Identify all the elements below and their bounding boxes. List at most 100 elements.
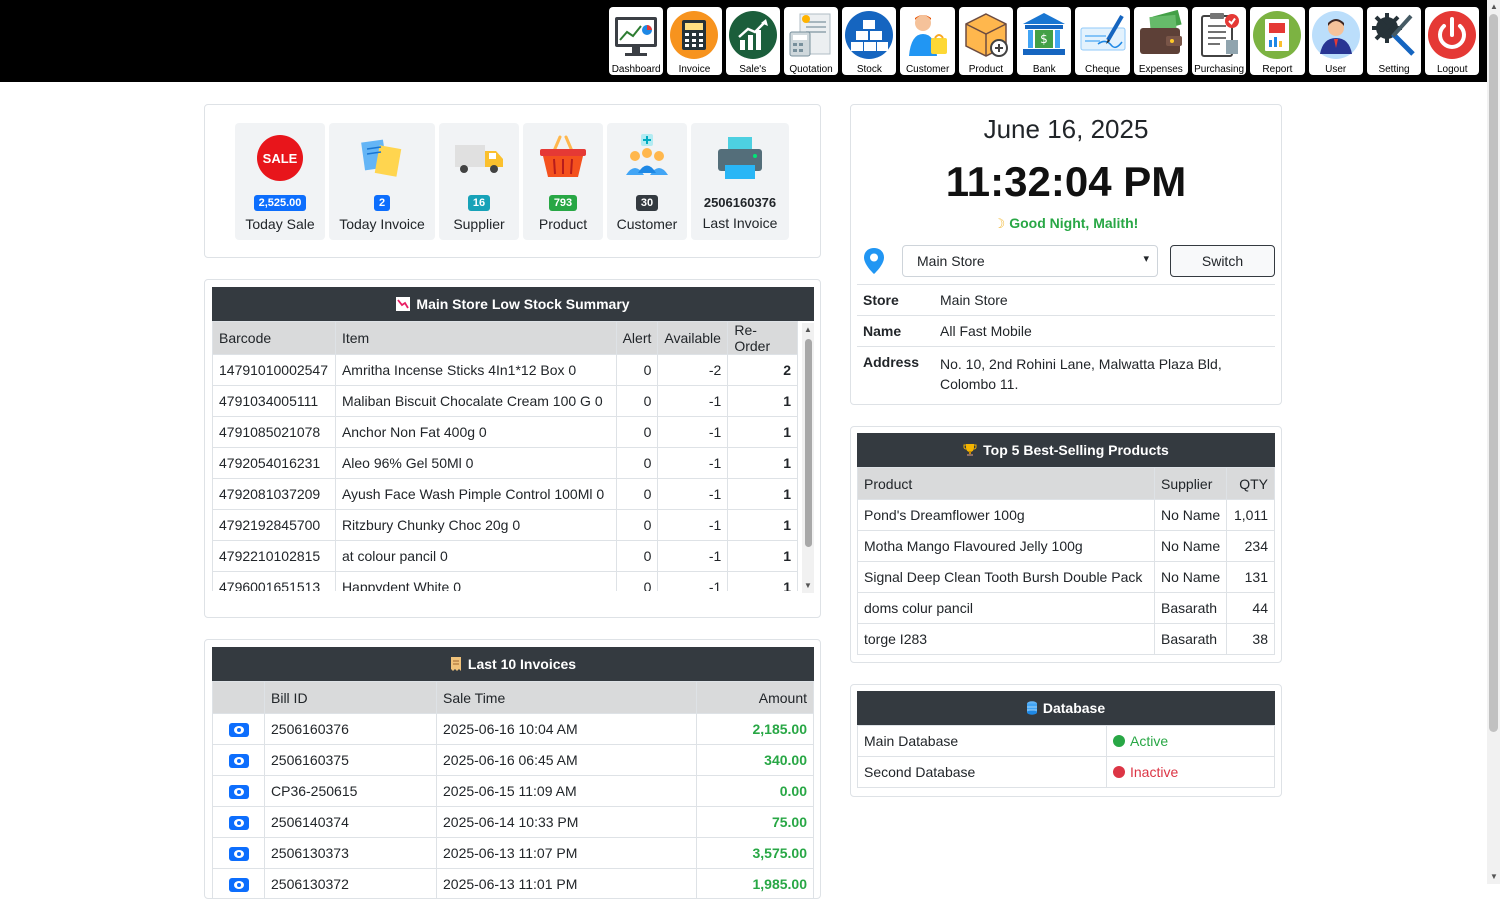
power-icon bbox=[1427, 10, 1477, 60]
table-row[interactable]: 4792192845700Ritzbury Chunky Choc 20g 00… bbox=[213, 510, 798, 541]
top-products-title: Top 5 Best-Selling Products bbox=[983, 442, 1169, 458]
nav-label: Report bbox=[1262, 64, 1292, 75]
low-stock-scrollbar-thumb[interactable] bbox=[805, 339, 812, 547]
scroll-up-arrow-icon[interactable]: ▲ bbox=[804, 325, 812, 334]
col-amount[interactable]: Amount bbox=[697, 682, 814, 714]
col-product[interactable]: Product bbox=[858, 468, 1155, 500]
nav-report[interactable]: Report bbox=[1250, 7, 1304, 75]
nav-cheque[interactable]: Cheque bbox=[1075, 7, 1129, 75]
nav-expenses[interactable]: Expenses bbox=[1134, 7, 1188, 75]
table-row[interactable]: 4792081037209Ayush Face Wash Pimple Cont… bbox=[213, 479, 798, 510]
store-select-value: Main Store bbox=[917, 253, 985, 269]
scroll-down-arrow-icon[interactable]: ▼ bbox=[1490, 872, 1498, 881]
invoices-title: Last 10 Invoices bbox=[468, 656, 576, 672]
table-row[interactable]: Pond's Dreamflower 100gNo Name1,011 bbox=[858, 500, 1275, 531]
greeting: ☽ Good Night, Malith! bbox=[851, 215, 1281, 232]
tile-last-invoice[interactable]: 2506160376 Last Invoice bbox=[691, 123, 789, 240]
greeting-text: Good Night, Malith! bbox=[1009, 215, 1138, 231]
tile-supplier[interactable]: 16 Supplier bbox=[439, 123, 519, 240]
col-reorder[interactable]: Re-Order bbox=[728, 322, 798, 355]
available-cell: -1 bbox=[658, 541, 728, 572]
scroll-up-arrow-icon[interactable]: ▲ bbox=[1490, 2, 1498, 11]
product-value: 793 bbox=[549, 195, 577, 211]
nav-purchasing[interactable]: Purchasing bbox=[1192, 7, 1246, 75]
low-stock-table-wrap[interactable]: Barcode Item Alert Available Re-Order 14… bbox=[212, 321, 798, 591]
invoices-table: Bill ID Sale Time Amount 25061603762025-… bbox=[212, 681, 814, 899]
view-eye-icon[interactable] bbox=[229, 754, 249, 768]
col-alert[interactable]: Alert bbox=[616, 322, 658, 355]
invoice-papers-icon bbox=[355, 131, 409, 185]
table-row[interactable]: 14791010002547Amritha Incense Sticks 4In… bbox=[213, 355, 798, 386]
nav-sales[interactable]: Sale's bbox=[726, 7, 780, 75]
store-select[interactable]: Main Store ▾ bbox=[902, 245, 1158, 277]
nav-user[interactable]: User bbox=[1309, 7, 1363, 75]
view-eye-icon[interactable] bbox=[229, 847, 249, 861]
low-stock-card: Main Store Low Stock Summary Barcode Ite… bbox=[204, 279, 821, 618]
nav-product[interactable]: Product bbox=[959, 7, 1013, 75]
customer-value: 30 bbox=[636, 195, 658, 211]
tile-today-sale[interactable]: SALE 2,525.00 Today Sale bbox=[235, 123, 325, 240]
sale-icon-text: SALE bbox=[263, 151, 298, 166]
nav-stock[interactable]: Stock bbox=[842, 7, 896, 75]
last-invoice-value: 2506160376 bbox=[704, 195, 776, 210]
table-row[interactable]: 4791034005111Maliban Biscuit Chocalate C… bbox=[213, 386, 798, 417]
store-info-row: Name All Fast Mobile bbox=[857, 316, 1275, 347]
nav-bank[interactable]: $ Bank bbox=[1017, 7, 1071, 75]
view-eye-icon[interactable] bbox=[229, 723, 249, 737]
col-bill-id[interactable]: Bill ID bbox=[265, 682, 437, 714]
table-row[interactable]: Signal Deep Clean Tooth Bursh Double Pac… bbox=[858, 562, 1275, 593]
nav-invoice[interactable]: Invoice bbox=[667, 7, 721, 75]
sale-time-cell: 2025-06-15 11:09 AM bbox=[437, 776, 697, 807]
table-row[interactable]: Motha Mango Flavoured Jelly 100gNo Name2… bbox=[858, 531, 1275, 562]
table-row[interactable]: 25061303732025-06-13 11:07 PM3,575.00 bbox=[213, 838, 814, 869]
nav-logout[interactable]: Logout bbox=[1425, 7, 1479, 75]
supplier-label: Supplier bbox=[453, 216, 504, 232]
barcode-cell: 4792210102815 bbox=[213, 541, 336, 572]
table-row[interactable]: 25061603752025-06-16 06:45 AM340.00 bbox=[213, 745, 814, 776]
store-info-row: Store Main Store bbox=[857, 285, 1275, 316]
page-scrollbar-thumb[interactable] bbox=[1489, 14, 1498, 732]
col-sale-time[interactable]: Sale Time bbox=[437, 682, 697, 714]
col-item[interactable]: Item bbox=[335, 322, 616, 355]
nav-setting[interactable]: Setting bbox=[1367, 7, 1421, 75]
scroll-down-arrow-icon[interactable]: ▼ bbox=[804, 581, 812, 590]
table-row[interactable]: 25061403742025-06-14 10:33 PM75.00 bbox=[213, 807, 814, 838]
table-row[interactable]: 4792210102815at colour pancil 00-11 bbox=[213, 541, 798, 572]
table-row[interactable]: 4792054016231Aleo 96% Gel 50Ml 00-11 bbox=[213, 448, 798, 479]
tile-today-invoice[interactable]: 2 Today Invoice bbox=[329, 123, 435, 240]
nav-buttons: Dashboard Invoice Sale's Quotation Stock… bbox=[609, 7, 1479, 75]
sale-time-cell: 2025-06-16 06:45 AM bbox=[437, 745, 697, 776]
col-available[interactable]: Available bbox=[658, 322, 728, 355]
nav-dashboard[interactable]: Dashboard bbox=[609, 7, 663, 75]
qty-cell: 1,011 bbox=[1227, 500, 1275, 531]
view-eye-icon[interactable] bbox=[229, 816, 249, 830]
table-row[interactable]: doms colur pancilBasarath44 bbox=[858, 593, 1275, 624]
table-row[interactable]: 25061603762025-06-16 10:04 AM2,185.00 bbox=[213, 714, 814, 745]
table-row[interactable]: 4796001651513Happydent White 00-11 bbox=[213, 572, 798, 592]
item-cell: Ritzbury Chunky Choc 20g 0 bbox=[335, 510, 616, 541]
table-row[interactable]: 4791085021078Anchor Non Fat 400g 00-11 bbox=[213, 417, 798, 448]
nav-label: Sale's bbox=[739, 64, 766, 75]
printer-icon bbox=[713, 131, 767, 185]
tile-product[interactable]: 793 Product bbox=[523, 123, 603, 240]
table-row[interactable]: CP36-2506152025-06-15 11:09 AM0.00 bbox=[213, 776, 814, 807]
purchasing-clipboard-icon bbox=[1194, 10, 1244, 60]
switch-store-button[interactable]: Switch bbox=[1170, 245, 1275, 277]
nav-quotation[interactable]: Quotation bbox=[784, 7, 838, 75]
product-cell: Pond's Dreamflower 100g bbox=[858, 500, 1155, 531]
qty-cell: 38 bbox=[1227, 624, 1275, 655]
store-info-label: Name bbox=[857, 323, 940, 339]
col-qty[interactable]: QTY bbox=[1227, 468, 1275, 500]
settings-tools-icon bbox=[1369, 10, 1419, 60]
nav-customer[interactable]: Customer bbox=[900, 7, 954, 75]
view-eye-icon[interactable] bbox=[229, 785, 249, 799]
tile-customer[interactable]: 30 Customer bbox=[607, 123, 687, 240]
view-eye-icon[interactable] bbox=[229, 878, 249, 892]
col-barcode[interactable]: Barcode bbox=[213, 322, 336, 355]
status-dot-icon bbox=[1113, 735, 1125, 747]
col-supplier[interactable]: Supplier bbox=[1155, 468, 1227, 500]
page-scrollbar[interactable]: ▲ ▼ bbox=[1487, 0, 1500, 884]
stock-boxes-icon bbox=[844, 10, 894, 60]
low-stock-scrollbar[interactable]: ▲ ▼ bbox=[802, 323, 814, 593]
table-row[interactable]: torge I283Basarath38 bbox=[858, 624, 1275, 655]
